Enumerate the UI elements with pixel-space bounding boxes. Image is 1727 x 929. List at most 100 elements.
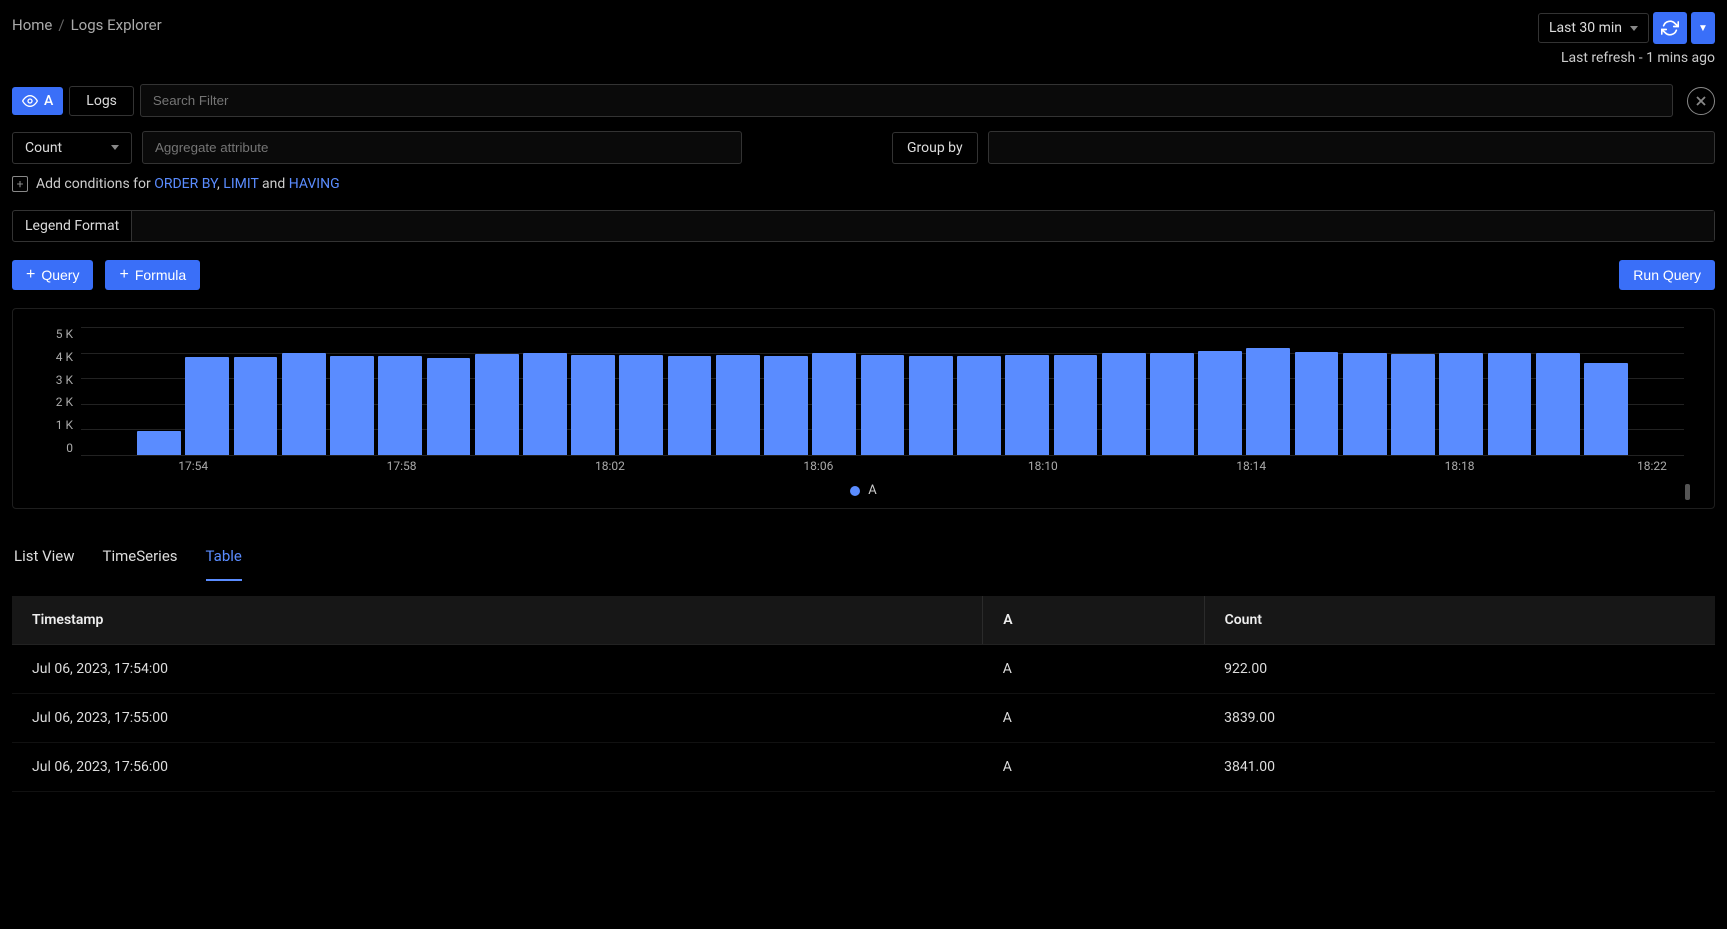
- legend-dot-icon: [850, 486, 860, 496]
- col-timestamp[interactable]: Timestamp: [12, 596, 983, 645]
- breadcrumb-home[interactable]: Home: [12, 16, 52, 34]
- group-by-label: Group by: [892, 132, 978, 164]
- table-row[interactable]: Jul 06, 2023, 17:55:00A3839.00: [12, 694, 1715, 743]
- chevron-down-icon: [111, 145, 119, 150]
- refresh-button[interactable]: [1653, 12, 1687, 44]
- group-by-input[interactable]: [988, 131, 1715, 164]
- chart-bar[interactable]: [1439, 353, 1483, 455]
- chart-bar[interactable]: [1488, 353, 1532, 455]
- chart-bar[interactable]: [1536, 353, 1580, 455]
- view-tabs: List View TimeSeries Table: [12, 533, 1715, 582]
- breadcrumb-page[interactable]: Logs Explorer: [71, 16, 162, 34]
- chart-bar[interactable]: [427, 358, 471, 455]
- tab-list-view[interactable]: List View: [14, 533, 75, 581]
- breadcrumb-sep: /: [58, 16, 64, 34]
- chart-bar[interactable]: [1198, 351, 1242, 455]
- run-query-label: Run Query: [1633, 267, 1701, 283]
- col-a[interactable]: A: [983, 596, 1204, 645]
- chart-bar[interactable]: [812, 353, 856, 455]
- tab-timeseries[interactable]: TimeSeries: [103, 533, 178, 581]
- col-count[interactable]: Count: [1204, 596, 1715, 645]
- chart-plot[interactable]: [81, 327, 1684, 455]
- add-condition-button[interactable]: +: [12, 176, 28, 192]
- tab-table[interactable]: Table: [206, 533, 242, 581]
- chevron-down-icon: [1630, 26, 1638, 31]
- refresh-icon: [1661, 19, 1679, 37]
- chart-bar[interactable]: [523, 353, 567, 455]
- plus-icon: +: [119, 267, 128, 283]
- chart-bar[interactable]: [234, 357, 278, 455]
- add-query-label: Query: [41, 267, 79, 283]
- cell-a: A: [983, 645, 1204, 694]
- chart-bar[interactable]: [764, 356, 808, 455]
- chart-bar[interactable]: [1295, 352, 1339, 455]
- chart-bar[interactable]: [137, 431, 181, 455]
- chart-bar[interactable]: [668, 356, 712, 455]
- legend-format-input[interactable]: [132, 211, 1714, 241]
- breadcrumb: Home / Logs Explorer: [12, 12, 162, 34]
- run-query-button[interactable]: Run Query: [1619, 260, 1715, 290]
- cell-timestamp: Jul 06, 2023, 17:56:00: [12, 743, 983, 792]
- cell-count: 3839.00: [1204, 694, 1715, 743]
- last-refresh-text: Last refresh - 1 mins ago: [1561, 50, 1715, 66]
- agg-function-label: Count: [25, 140, 62, 156]
- chart-bar[interactable]: [185, 357, 229, 455]
- caret-down-icon: ▼: [1698, 23, 1708, 34]
- agg-attribute-input[interactable]: [142, 131, 742, 164]
- agg-function-select[interactable]: Count: [12, 132, 132, 164]
- chart-bar[interactable]: [957, 356, 1001, 455]
- conditions-row: + Add conditions for ORDER BY, LIMIT and…: [12, 176, 1715, 192]
- add-formula-label: Formula: [135, 267, 186, 283]
- legend-format-label: Legend Format: [13, 211, 132, 241]
- chart-bar[interactable]: [1584, 363, 1628, 455]
- chart-bar[interactable]: [282, 353, 326, 455]
- close-icon: [1695, 95, 1707, 107]
- query-badge[interactable]: A: [12, 87, 63, 115]
- plus-icon: +: [26, 267, 35, 283]
- cell-count: 922.00: [1204, 645, 1715, 694]
- eye-icon: [22, 93, 38, 109]
- chart-bar[interactable]: [619, 355, 663, 455]
- refresh-dropdown-button[interactable]: ▼: [1691, 12, 1715, 44]
- results-table: Timestamp A Count Jul 06, 2023, 17:54:00…: [12, 596, 1715, 792]
- chart-x-axis: 17:5417:5818:0218:0618:1018:1418:1818:22: [81, 459, 1684, 477]
- source-chip[interactable]: Logs: [69, 86, 134, 116]
- chart-bar[interactable]: [1343, 353, 1387, 455]
- chart-scrubber-handle[interactable]: [1685, 484, 1690, 500]
- add-formula-button[interactable]: + Formula: [105, 260, 200, 290]
- chart-bar[interactable]: [1246, 348, 1290, 455]
- limit-link[interactable]: LIMIT: [223, 176, 258, 192]
- chart-y-axis: 5 K4 K3 K2 K1 K0: [33, 327, 73, 455]
- cell-timestamp: Jul 06, 2023, 17:54:00: [12, 645, 983, 694]
- cell-count: 3841.00: [1204, 743, 1715, 792]
- having-link[interactable]: HAVING: [289, 176, 340, 192]
- table-row[interactable]: Jul 06, 2023, 17:56:00A3841.00: [12, 743, 1715, 792]
- chart-bar[interactable]: [330, 356, 374, 455]
- time-range-select[interactable]: Last 30 min: [1538, 13, 1649, 43]
- table-row[interactable]: Jul 06, 2023, 17:54:00A922.00: [12, 645, 1715, 694]
- cond-prefix: Add conditions for: [36, 176, 154, 192]
- chart-bar[interactable]: [909, 356, 953, 455]
- cell-a: A: [983, 694, 1204, 743]
- chart-legend[interactable]: A: [33, 483, 1694, 498]
- time-range-label: Last 30 min: [1549, 20, 1622, 36]
- chart-bar[interactable]: [1005, 355, 1049, 455]
- cell-a: A: [983, 743, 1204, 792]
- cell-timestamp: Jul 06, 2023, 17:55:00: [12, 694, 983, 743]
- chart-bar[interactable]: [1102, 353, 1146, 455]
- chart-bar[interactable]: [1054, 355, 1098, 455]
- chart-bar[interactable]: [861, 355, 905, 455]
- chart-bar[interactable]: [475, 354, 519, 455]
- query-badge-label: A: [44, 93, 53, 109]
- order-by-link[interactable]: ORDER BY: [154, 176, 217, 192]
- chart-bar[interactable]: [1391, 354, 1435, 455]
- chart-bar[interactable]: [716, 355, 760, 455]
- legend-series-label: A: [868, 483, 876, 498]
- chart-panel: 5 K4 K3 K2 K1 K0 17:5417:5818:0218:0618:…: [12, 308, 1715, 509]
- search-filter-input[interactable]: [140, 84, 1673, 117]
- chart-bar[interactable]: [571, 355, 615, 455]
- add-query-button[interactable]: + Query: [12, 260, 93, 290]
- clear-query-button[interactable]: [1687, 87, 1715, 115]
- chart-bar[interactable]: [378, 356, 422, 455]
- chart-bar[interactable]: [1150, 353, 1194, 455]
